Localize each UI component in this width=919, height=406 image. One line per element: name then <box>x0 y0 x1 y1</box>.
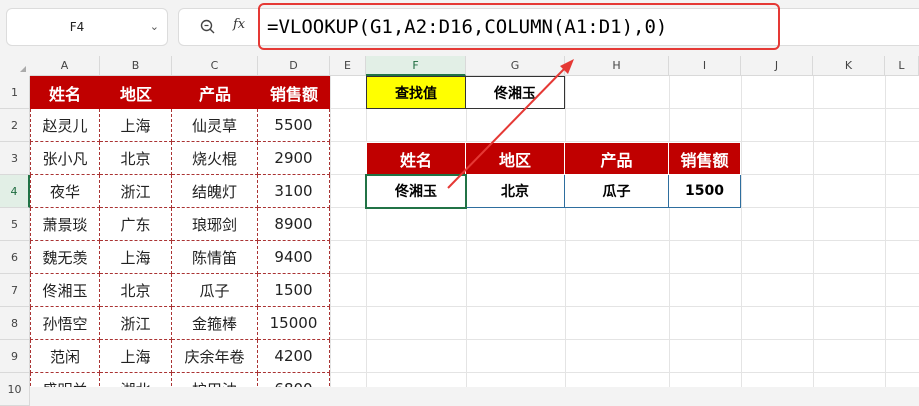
column-header-l[interactable]: L <box>885 56 919 76</box>
formula-bar: F4 ⌄ fx =VLOOKUP(G1,A2:D16,COLUMN(A1:D1)… <box>0 0 919 54</box>
row-header-7[interactable]: 7 <box>0 274 30 307</box>
table-cell[interactable]: 6800 <box>258 373 330 387</box>
table-cell[interactable]: 琅琊剑 <box>172 208 258 241</box>
table-cell[interactable]: 8900 <box>258 208 330 241</box>
table-cell[interactable]: 范闲 <box>30 340 100 373</box>
table-cell[interactable]: 上海 <box>100 241 172 274</box>
column-header-k[interactable]: K <box>813 56 885 76</box>
column-header-j[interactable]: J <box>741 56 813 76</box>
table-cell[interactable]: 夜华 <box>30 175 100 208</box>
table-cell[interactable]: 结魄灯 <box>172 175 258 208</box>
select-all-corner[interactable] <box>0 56 31 77</box>
table-cell[interactable]: 金箍棒 <box>172 307 258 340</box>
gridline <box>466 76 467 387</box>
column-header-i[interactable]: I <box>669 56 741 76</box>
row-header-6[interactable]: 6 <box>0 241 30 274</box>
cell-grid[interactable]: 姓名 地区 产品 销售额 赵灵儿 上海 仙灵草 5500 张小凡 北京 烧火棍 … <box>30 76 919 387</box>
result-cell-region[interactable]: 北京 <box>466 175 565 208</box>
table-cell[interactable]: 瓜子 <box>172 274 258 307</box>
table-cell[interactable]: 赵灵儿 <box>30 109 100 142</box>
table-cell[interactable]: 张小凡 <box>30 142 100 175</box>
gridline <box>741 76 742 387</box>
table-cell[interactable]: 9400 <box>258 241 330 274</box>
gridline <box>366 76 367 387</box>
active-cell-selection[interactable] <box>365 174 467 209</box>
formula-highlight-box <box>258 3 780 50</box>
table-cell[interactable]: 上海 <box>100 109 172 142</box>
row-header-3[interactable]: 3 <box>0 142 30 175</box>
row-header-2[interactable]: 2 <box>0 109 30 142</box>
lookup-label-cell[interactable]: 查找值 <box>366 76 466 109</box>
gridline <box>565 76 566 387</box>
table-cell[interactable]: 2900 <box>258 142 330 175</box>
column-header-b[interactable]: B <box>100 56 172 76</box>
source-header-region[interactable]: 地区 <box>100 76 172 109</box>
column-header-c[interactable]: C <box>172 56 258 76</box>
table-cell[interactable]: 魏无羡 <box>30 241 100 274</box>
table-cell[interactable]: 上海 <box>100 340 172 373</box>
row-header-5[interactable]: 5 <box>0 208 30 241</box>
column-header-d[interactable]: D <box>258 56 330 76</box>
zoom-icon[interactable] <box>199 18 217 36</box>
table-cell[interactable]: 1500 <box>258 274 330 307</box>
table-cell[interactable]: 庆余年卷 <box>172 340 258 373</box>
row-header-1[interactable]: 1 <box>0 76 30 109</box>
table-cell[interactable]: 仙灵草 <box>172 109 258 142</box>
table-cell[interactable]: 15000 <box>258 307 330 340</box>
column-header-f[interactable]: F <box>366 56 466 76</box>
table-cell[interactable]: 佟湘玉 <box>30 274 100 307</box>
source-header-name[interactable]: 姓名 <box>30 76 100 109</box>
row-header-10[interactable]: 10 <box>0 373 30 406</box>
table-cell[interactable]: 北京 <box>100 142 172 175</box>
row-header-9[interactable]: 9 <box>0 340 30 373</box>
table-cell[interactable]: 浙江 <box>100 307 172 340</box>
source-header-product[interactable]: 产品 <box>172 76 258 109</box>
result-cell-product[interactable]: 瓜子 <box>565 175 669 208</box>
lookup-value-cell[interactable]: 佟湘玉 <box>465 76 565 109</box>
gridline <box>885 76 886 387</box>
fx-icon[interactable]: fx <box>233 17 245 32</box>
table-cell[interactable]: 烧火棍 <box>172 142 258 175</box>
table-cell[interactable]: 广东 <box>100 208 172 241</box>
table-cell[interactable]: 4200 <box>258 340 330 373</box>
result-header-name[interactable]: 姓名 <box>366 142 466 175</box>
table-cell[interactable]: 萧景琰 <box>30 208 100 241</box>
chevron-down-icon[interactable]: ⌄ <box>150 9 159 45</box>
row-header-8[interactable]: 8 <box>0 307 30 340</box>
table-cell[interactable]: 陈情笛 <box>172 241 258 274</box>
spreadsheet: A B C D E F G H I J K L 1 2 3 4 5 6 7 8 … <box>0 56 919 406</box>
cell-reference: F4 <box>69 20 85 34</box>
column-header-e[interactable]: E <box>330 56 366 76</box>
table-cell[interactable]: 盛明兰 <box>30 373 100 387</box>
result-cell-sales[interactable]: 1500 <box>669 175 741 208</box>
name-box[interactable]: F4 ⌄ <box>6 8 168 46</box>
gridline <box>813 76 814 387</box>
table-cell[interactable]: 北京 <box>100 274 172 307</box>
column-header-h[interactable]: H <box>565 56 669 76</box>
table-cell[interactable]: 护甲油 <box>172 373 258 387</box>
table-cell[interactable]: 3100 <box>258 175 330 208</box>
result-header-sales[interactable]: 销售额 <box>668 142 741 175</box>
column-header-g[interactable]: G <box>466 56 565 76</box>
table-cell[interactable]: 湖北 <box>100 373 172 387</box>
result-header-region[interactable]: 地区 <box>465 142 565 175</box>
table-cell[interactable]: 孙悟空 <box>30 307 100 340</box>
source-header-sales[interactable]: 销售额 <box>258 76 330 109</box>
table-cell[interactable]: 浙江 <box>100 175 172 208</box>
result-header-product[interactable]: 产品 <box>564 142 669 175</box>
column-header-a[interactable]: A <box>30 56 100 76</box>
gridline <box>669 76 670 387</box>
table-cell[interactable]: 5500 <box>258 109 330 142</box>
row-header-4[interactable]: 4 <box>0 175 30 208</box>
gridline <box>330 76 331 387</box>
